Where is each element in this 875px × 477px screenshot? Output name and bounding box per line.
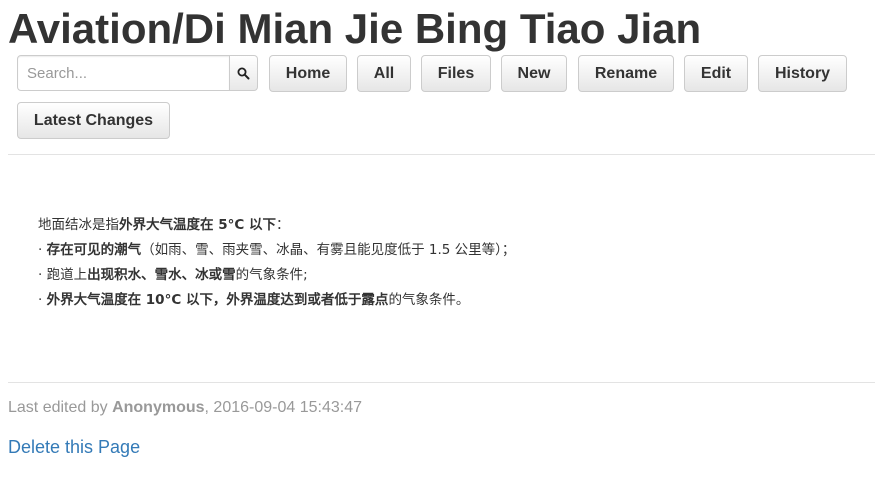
- last-edited-info: Last edited by Anonymous, 2016-09-04 15:…: [8, 399, 362, 416]
- delete-page-link[interactable]: Delete this Page: [8, 437, 140, 458]
- history-button[interactable]: History: [758, 55, 847, 92]
- list-item: · 跑道上出现积水、雪水、冰或雪的气象条件;: [38, 267, 308, 283]
- edit-button[interactable]: Edit: [684, 55, 748, 92]
- search-form: [17, 55, 258, 91]
- list-item: · 存在可见的潮气（如雨、雪、雨夹雪、冰晶、有雾且能见度低于 1.5 公里等）；: [38, 242, 516, 258]
- all-button[interactable]: All: [357, 55, 411, 92]
- author-name: Anonymous: [112, 399, 205, 416]
- header-divider: [8, 154, 875, 155]
- page-content: 地面结冰是指外界大气温度在 5°C 以下： · 存在可见的潮气（如雨、雪、雨夹雪…: [38, 213, 858, 313]
- search-button[interactable]: [230, 55, 258, 91]
- page-title: Aviation/Di Mian Jie Bing Tiao Jian: [8, 5, 702, 52]
- edit-timestamp: , 2016-09-04 15:43:47: [204, 399, 362, 416]
- home-button[interactable]: Home: [269, 55, 347, 92]
- footer-divider: [8, 382, 875, 383]
- content-intro: 地面结冰是指外界大气温度在 5°C 以下：: [38, 217, 290, 233]
- rename-button[interactable]: Rename: [578, 55, 674, 92]
- list-item: · 外界大气温度在 10°C 以下，外界温度达到或者低于露点的气象条件。: [38, 292, 470, 308]
- wiki-page: Aviation/Di Mian Jie Bing Tiao Jian Home…: [0, 0, 875, 477]
- new-button[interactable]: New: [501, 55, 567, 92]
- files-button[interactable]: Files: [421, 55, 491, 92]
- latest-changes-button[interactable]: Latest Changes: [17, 102, 170, 139]
- search-input[interactable]: [17, 55, 230, 91]
- magnifier-icon: [237, 67, 250, 79]
